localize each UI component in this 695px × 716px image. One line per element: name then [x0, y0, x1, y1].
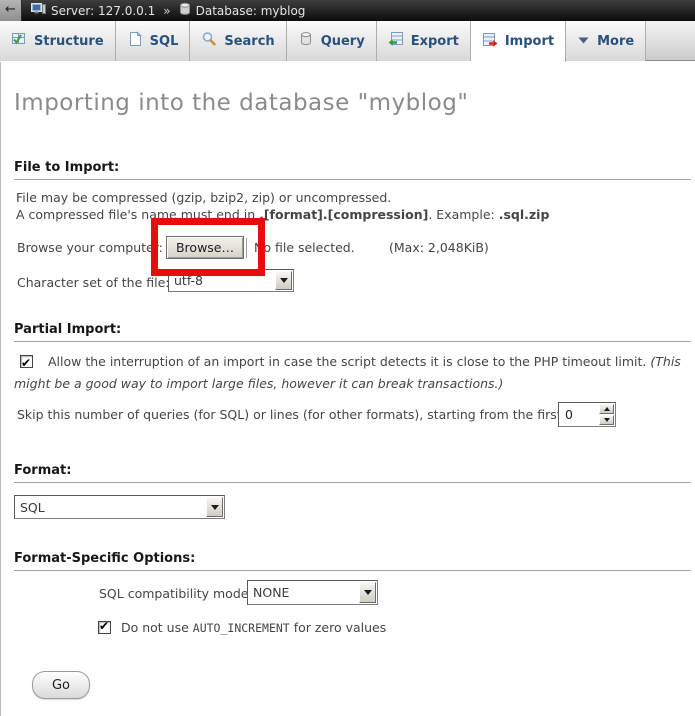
tab-sql[interactable]: SQL	[116, 21, 191, 61]
name-rule-example: .sql.zip	[499, 207, 550, 222]
import-icon	[482, 32, 498, 52]
auto-increment-text-prefix: Do not use	[121, 620, 193, 635]
breadcrumb-server-link[interactable]: Server: 127.0.0.1	[51, 4, 155, 18]
skip-queries-input[interactable]: 0	[558, 402, 616, 427]
checkmark-icon: ✔	[99, 619, 109, 633]
name-rule-format: .[format].[compression]	[259, 207, 428, 222]
spinner	[599, 404, 614, 425]
structure-icon	[11, 31, 27, 51]
no-file-selected-text: No file selected.	[254, 240, 355, 255]
sql-compat-select[interactable]: NONE	[247, 580, 378, 605]
spinner-up-button[interactable]	[599, 404, 614, 414]
tab-label: SQL	[150, 34, 179, 49]
page-title: Importing into the database "myblog"	[14, 90, 468, 116]
search-icon	[201, 31, 217, 51]
phpmyadmin-import-page: ← Server: 127.0.0.1 » Database: myblog	[0, 0, 695, 716]
dropdown-arrow-icon	[364, 590, 372, 595]
compression-info-line1: File may be compressed (gzip, bzip2, zip…	[16, 190, 391, 205]
browse-button[interactable]: Browse…	[166, 236, 244, 259]
database-icon	[179, 2, 191, 19]
export-icon	[388, 31, 404, 51]
content-left-border	[0, 62, 1, 716]
auto-increment-row: ✔ Do not use AUTO_INCREMENT for zero val…	[98, 620, 386, 635]
auto-increment-code: AUTO_INCREMENT	[193, 621, 290, 635]
go-button[interactable]: Go	[32, 671, 90, 699]
sql-compat-selected-value: NONE	[248, 581, 358, 604]
dropdown-arrow-icon	[211, 505, 219, 510]
tab-label: Query	[321, 34, 365, 49]
breadcrumb-separator: »	[163, 4, 170, 18]
dropdown-arrow-icon	[280, 278, 288, 283]
name-rule-prefix: A compressed file's name must end in	[16, 207, 259, 222]
allow-interruption-checkbox[interactable]: ✔	[20, 355, 33, 368]
tab-label: Import	[505, 34, 554, 49]
query-database-icon	[298, 31, 314, 51]
auto-increment-checkbox[interactable]: ✔	[98, 621, 111, 634]
compression-info-line2: A compressed file's name must end in .[f…	[16, 207, 549, 222]
file-input-divider	[246, 238, 247, 258]
tab-label: More	[597, 34, 634, 49]
section-heading-file-to-import: File to Import:	[14, 160, 691, 180]
charset-dropdown-button[interactable]	[275, 271, 292, 290]
section-heading-format-options: Format-Specific Options:	[14, 551, 691, 571]
auto-increment-text-suffix: for zero values	[290, 620, 387, 635]
tab-bar: Structure SQL Search	[0, 21, 695, 61]
spinner-down-button[interactable]	[599, 415, 614, 425]
format-dropdown-button[interactable]	[206, 497, 223, 517]
allow-interruption-row: ✔ Allow the interruption of an import in …	[14, 351, 683, 394]
tab-structure[interactable]: Structure	[0, 21, 116, 61]
checkmark-icon: ✔	[21, 353, 31, 375]
back-arrow-button[interactable]: ←	[0, 0, 22, 21]
tab-label: Structure	[34, 34, 104, 49]
format-select[interactable]: SQL	[14, 495, 225, 519]
spinner-up-icon	[604, 407, 610, 411]
charset-label: Character set of the file:	[17, 275, 170, 290]
section-heading-format: Format:	[14, 463, 691, 483]
breadcrumb-bar: ← Server: 127.0.0.1 » Database: myblog	[0, 0, 695, 21]
name-rule-mid: . Example:	[428, 207, 498, 222]
browse-label: Browse your computer:	[17, 240, 163, 255]
chevron-down-icon	[577, 34, 590, 49]
section-heading-partial-import: Partial Import:	[14, 322, 691, 342]
tab-import-active[interactable]: Import	[471, 21, 566, 62]
breadcrumb-database-link[interactable]: Database: myblog	[196, 4, 306, 18]
tab-more[interactable]: More	[566, 21, 646, 61]
skip-queries-value: 0	[559, 403, 598, 426]
tab-label: Export	[411, 34, 459, 49]
max-upload-size-text: (Max: 2,048KiB)	[389, 240, 489, 255]
sql-page-icon	[127, 31, 143, 51]
spinner-down-icon	[604, 418, 610, 422]
tab-label: Search	[224, 34, 274, 49]
skip-queries-label: Skip this number of queries (for SQL) or…	[17, 407, 593, 422]
tab-search[interactable]: Search	[190, 21, 286, 61]
server-icon	[31, 2, 46, 19]
tab-export[interactable]: Export	[377, 21, 471, 61]
breadcrumb: Server: 127.0.0.1 » Database: myblog	[31, 2, 305, 19]
charset-select[interactable]: utf-8	[168, 269, 294, 292]
tab-query[interactable]: Query	[287, 21, 377, 61]
sql-compat-dropdown-button[interactable]	[359, 582, 376, 603]
sql-compat-label: SQL compatibility mode:	[99, 586, 253, 601]
allow-interruption-text: Allow the interruption of an import in c…	[48, 354, 650, 369]
format-selected-value: SQL	[15, 496, 205, 518]
charset-selected-value: utf-8	[169, 270, 274, 291]
